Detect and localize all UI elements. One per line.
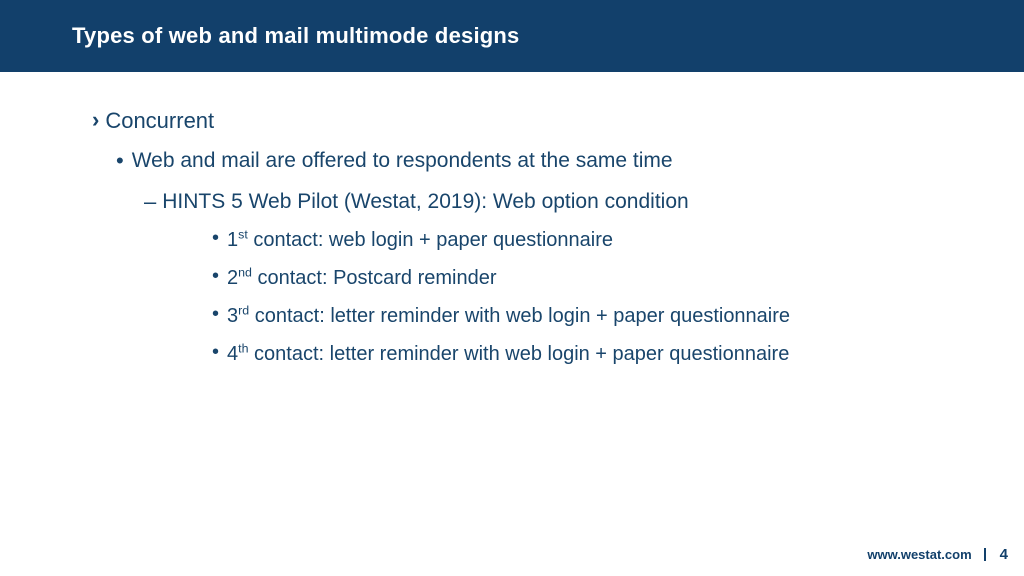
bullet-dot-icon: • xyxy=(116,148,124,173)
bullet-level-4: • 2nd contact: Postcard reminder xyxy=(212,265,912,291)
ord-suffix: rd xyxy=(238,303,249,317)
bullet-level-4: • 1st contact: web login + paper questio… xyxy=(212,227,912,253)
lvl1-text: Concurrent xyxy=(105,108,214,134)
slide-title: Types of web and mail multimode designs xyxy=(72,23,519,49)
lvl3-text: HINTS 5 Web Pilot (Westat, 2019): Web op… xyxy=(162,189,688,215)
contact-rest: contact: letter reminder with web login … xyxy=(249,305,790,327)
chevron-right-icon: › xyxy=(92,108,99,132)
page-number: 4 xyxy=(986,547,1008,562)
ord-suffix: nd xyxy=(238,265,252,279)
ord-suffix: st xyxy=(238,227,248,241)
bullet-level-4: • 4th contact: letter reminder with web … xyxy=(212,341,912,367)
bullet-dot-icon: • xyxy=(212,265,219,288)
footer: www.westat.com 4 xyxy=(867,547,1008,562)
ord-num: 4 xyxy=(227,343,238,365)
bullet-level-1: › Concurrent xyxy=(92,108,948,134)
bullet-dot-icon: • xyxy=(212,303,219,326)
bullet-level-2: • Web and mail are offered to respondent… xyxy=(116,148,948,174)
contact-rest: contact: letter reminder with web login … xyxy=(248,343,789,365)
title-bar: Types of web and mail multimode designs xyxy=(0,0,1024,72)
ord-num: 1 xyxy=(227,229,238,251)
dash-icon: – xyxy=(144,189,156,214)
bullet-level-3: – HINTS 5 Web Pilot (Westat, 2019): Web … xyxy=(144,189,948,215)
contact-2: 2nd contact: Postcard reminder xyxy=(227,265,496,291)
contact-1: 1st contact: web login + paper questionn… xyxy=(227,227,613,253)
bullet-dot-icon: • xyxy=(212,341,219,364)
ord-num: 3 xyxy=(227,305,238,327)
bullet-level-4: • 3rd contact: letter reminder with web … xyxy=(212,303,912,329)
ord-suffix: th xyxy=(238,341,248,355)
contact-rest: contact: Postcard reminder xyxy=(252,267,497,289)
lvl2-text: Web and mail are offered to respondents … xyxy=(132,148,673,174)
slide: Types of web and mail multimode designs … xyxy=(0,0,1024,576)
footer-url: www.westat.com xyxy=(867,548,985,561)
content-area: › Concurrent • Web and mail are offered … xyxy=(0,72,1024,367)
bullet-dot-icon: • xyxy=(212,227,219,250)
contact-3: 3rd contact: letter reminder with web lo… xyxy=(227,303,790,329)
ord-num: 2 xyxy=(227,267,238,289)
contact-4: 4th contact: letter reminder with web lo… xyxy=(227,341,789,367)
contact-rest: contact: web login + paper questionnaire xyxy=(248,229,613,251)
